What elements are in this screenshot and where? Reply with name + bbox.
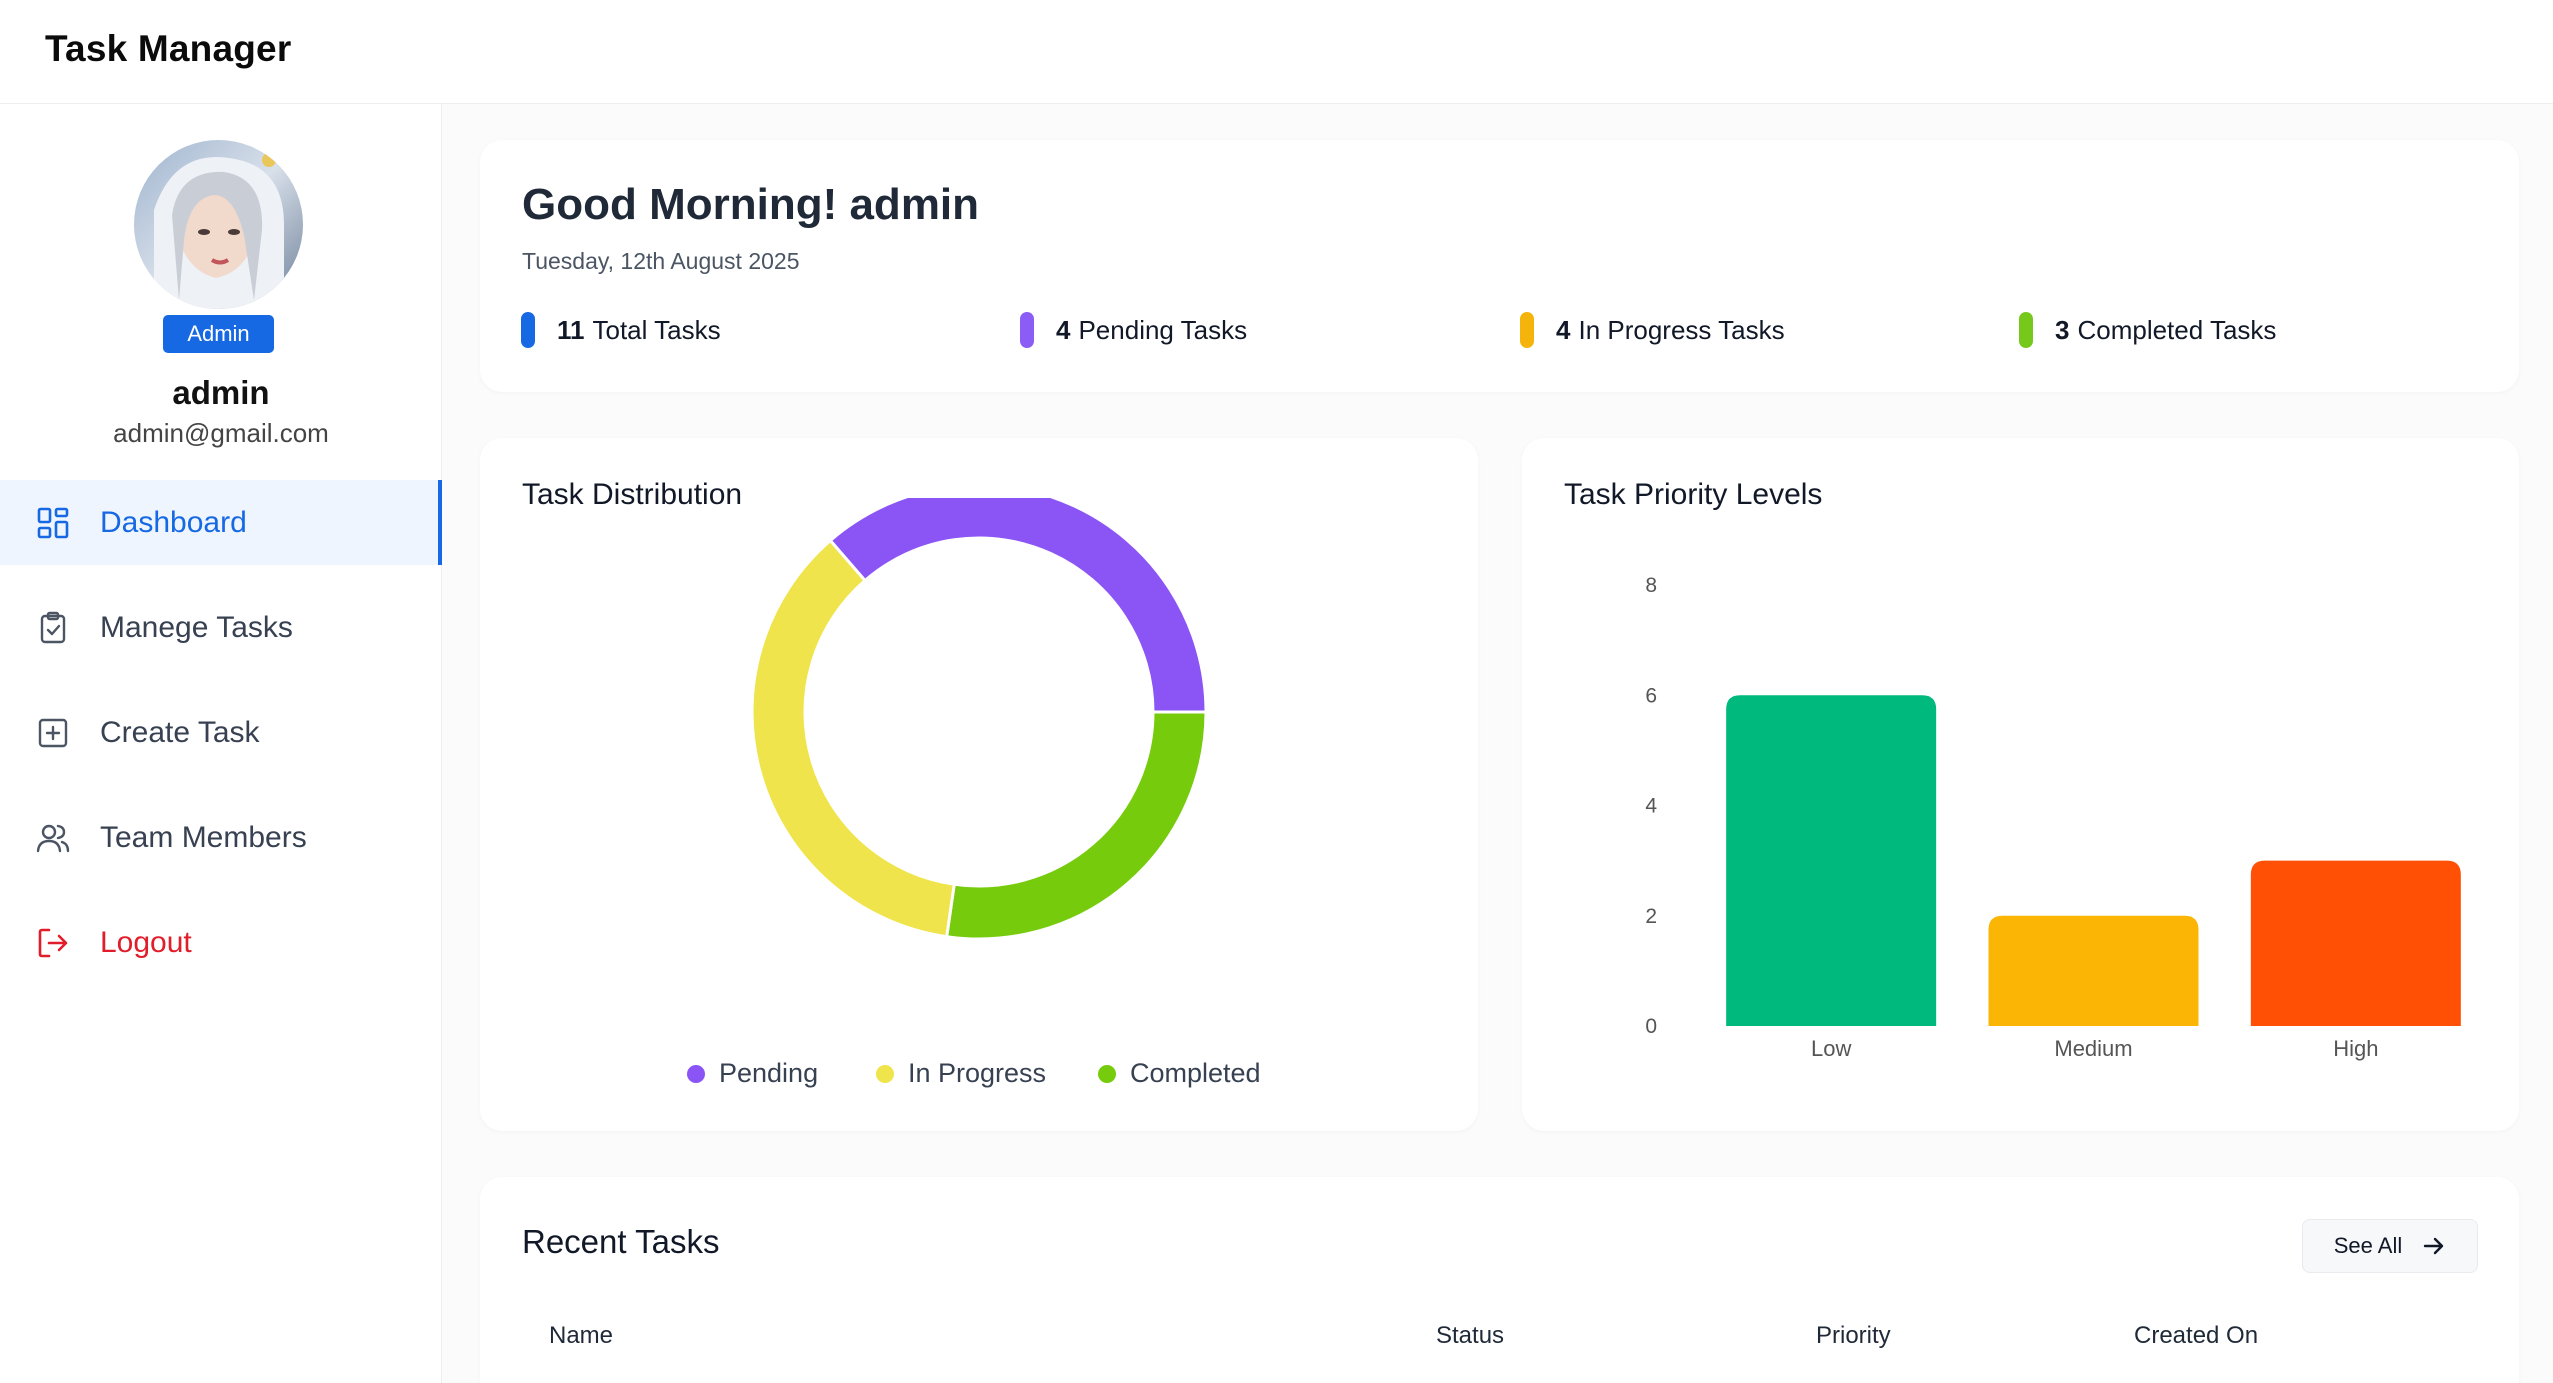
task-distribution-card: Task Distribution Pending In Progress Co… [480,438,1478,1131]
card-title: Recent Tasks [522,1223,720,1260]
plus-square-icon [36,716,70,750]
stat-color-bar [1020,312,1034,348]
greeting-card: Good Morning! admin Tuesday, 12th August… [480,140,2519,392]
greeting-date: Tuesday, 12th August 2025 [522,248,800,274]
donut-slice-completed[interactable] [944,710,1208,941]
x-tick-label: High [2333,1036,2378,1061]
stat-color-bar [521,312,535,348]
legend-dot [876,1064,894,1083]
users-icon [36,821,70,855]
sidebar-item-label: Logout [100,925,192,959]
legend-label: Completed [1130,1058,1261,1088]
sidebar-item-team-members[interactable]: Team Members [0,795,442,880]
donut-slice-in-progress[interactable] [750,538,956,939]
y-tick-label: 2 [1645,905,1657,928]
y-tick-label: 4 [1645,795,1657,818]
sidebar-item-label: Create Task [100,715,260,749]
user-email: admin@gmail.com [113,418,329,448]
stat-in-progress-tasks: 4 In Progress Tasks [1520,312,1785,348]
logout-icon [36,926,70,960]
recent-tasks-card: Recent Tasks See All Name Status Priorit… [480,1177,2519,1383]
bar-low[interactable] [1726,695,1937,1026]
sidebar-item-create-task[interactable]: Create Task [0,690,442,775]
sidebar-item-dashboard[interactable]: Dashboard [0,480,442,565]
legend-item-pending: Pending [687,1058,818,1089]
see-all-label: See All [2333,1233,2403,1258]
role-badge: Admin [163,315,274,353]
stat-total-tasks: 11 Total Tasks [521,312,721,348]
legend-item-in-progress: In Progress [876,1058,1046,1089]
y-tick-label: 0 [1645,1015,1657,1038]
sidebar-item-label: Manege Tasks [100,610,293,644]
avatar [134,140,303,309]
stat-label: Pending Tasks [1078,314,1248,345]
stat-color-bar [2019,312,2033,348]
sidebar-item-label: Dashboard [100,505,247,539]
legend-dot [1098,1064,1116,1083]
y-tick-label: 8 [1645,574,1657,597]
sidebar-item-manage-tasks[interactable]: Manege Tasks [0,585,442,670]
column-header-status[interactable]: Status [1436,1322,1504,1350]
stat-label: Total Tasks [592,314,721,345]
legend-item-completed: Completed [1098,1058,1261,1089]
legend-dot [687,1064,705,1083]
stat-count: 4 [1556,314,1571,345]
priority-bar-chart: 0 2 4 6 8 Low Medium High [1645,574,2461,1061]
legend-label: In Progress [908,1058,1047,1088]
stat-label: Completed Tasks [2077,314,2277,345]
stat-count: 3 [2055,314,2070,345]
app-title: Task Manager [45,28,292,69]
clipboard-check-icon [36,611,70,645]
stat-completed-tasks: 3 Completed Tasks [2019,312,2276,348]
y-tick-label: 6 [1645,684,1657,707]
see-all-button[interactable]: See All [2302,1219,2478,1273]
dashboard-grid-icon [36,506,70,540]
user-name: admin [172,374,270,411]
bar-high[interactable] [2250,860,2461,1026]
column-header-name[interactable]: Name [549,1322,613,1350]
stat-pending-tasks: 4 Pending Tasks [1020,312,1247,348]
donut-chart [750,498,1208,941]
arrow-right-icon [2424,1237,2444,1255]
column-header-created-on[interactable]: Created On [2134,1322,2258,1350]
stat-count: 4 [1056,314,1071,345]
x-tick-label: Low [1811,1036,1851,1061]
bar-medium[interactable] [1988,915,2199,1026]
legend-label: Pending [719,1058,819,1088]
x-tick-label: Medium [2054,1036,2132,1061]
stat-label: In Progress Tasks [1578,314,1785,345]
greeting-title: Good Morning! admin [522,180,980,229]
stat-color-bar [1520,312,1534,348]
task-priority-card: Task Priority Levels 0 2 4 6 8 Low Medium High [1522,438,2519,1131]
avatar-image [134,140,303,309]
sidebar-item-label: Team Members [100,820,307,854]
column-header-priority[interactable]: Priority [1816,1322,1891,1350]
sidebar-item-logout[interactable]: Logout [0,900,442,985]
donut-slice-pending[interactable] [828,498,1208,714]
stat-count: 11 [557,314,585,345]
app-header: Task Manager [0,0,2553,104]
sidebar: Admin admin admin@gmail.com Dashboard Ma… [0,104,442,1383]
